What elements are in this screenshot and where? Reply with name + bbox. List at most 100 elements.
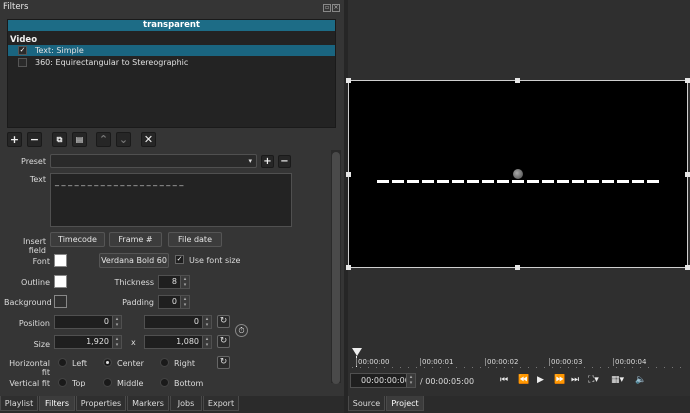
clip-name: transparent xyxy=(8,20,335,31)
size-width-spinbox[interactable]: 1,920 ▴ ▾ xyxy=(54,335,122,349)
outline-color-swatch[interactable] xyxy=(54,275,67,288)
timecode-button[interactable]: Timecode xyxy=(50,232,105,247)
reset-hfit-icon[interactable]: ↻ xyxy=(217,356,230,369)
file-date-button[interactable]: File date xyxy=(168,232,222,247)
fast-forward-icon[interactable]: ⏩ xyxy=(554,375,565,385)
vfit-top-radio[interactable] xyxy=(58,378,67,387)
tab-markers[interactable]: Markers xyxy=(127,396,169,411)
resize-handle[interactable] xyxy=(685,265,690,270)
dock-window-buttons: ▫ × xyxy=(322,2,342,12)
thickness-spinbox[interactable]: 8 ▴ ▾ xyxy=(158,275,190,289)
size-x-separator: x xyxy=(131,338,136,347)
skip-to-start-icon[interactable]: ⏮ xyxy=(500,375,508,385)
copy-filter-button[interactable]: ⧉ xyxy=(52,132,67,147)
spin-arrows-icon[interactable]: ▴ ▾ xyxy=(180,296,189,308)
position-x-value: 0 xyxy=(103,317,109,326)
reset-position-icon[interactable]: ↻ xyxy=(217,315,230,328)
text-input[interactable]: _ _ _ _ _ _ _ _ _ _ _ _ _ _ _ _ _ _ _ _ xyxy=(50,173,292,227)
delete-preset-button[interactable]: − xyxy=(278,155,291,168)
paste-filter-button[interactable]: ▤ xyxy=(72,132,87,147)
volume-icon[interactable]: 🔈 xyxy=(635,375,646,385)
resize-handle[interactable] xyxy=(685,172,690,177)
toggle-zoom-icon[interactable]: ⛶▾ xyxy=(588,375,599,385)
filter-enable-checkbox[interactable]: ✓ xyxy=(18,46,27,55)
vfit-bottom-radio[interactable] xyxy=(160,378,169,387)
tab-export[interactable]: Export xyxy=(203,396,239,411)
spin-arrows-icon[interactable]: ▴ ▾ xyxy=(202,316,211,328)
spin-arrows-icon[interactable]: ▴ ▾ xyxy=(202,336,211,348)
vfit-middle-radio[interactable] xyxy=(103,378,112,387)
filter-item-text-simple[interactable]: ✓ Text: Simple xyxy=(8,45,335,56)
save-preset-button[interactable]: + xyxy=(261,155,274,168)
video-section-header: Video xyxy=(10,35,38,45)
chevron-down-icon: ▾ xyxy=(248,157,252,165)
thickness-value: 8 xyxy=(171,277,177,286)
resize-handle[interactable] xyxy=(346,78,351,83)
spin-arrows-icon[interactable]: ▴ ▾ xyxy=(112,336,121,348)
right-tab-bar: Source Project xyxy=(348,396,690,413)
resize-handle[interactable] xyxy=(685,78,690,83)
spin-arrows-icon[interactable]: ▴ ▾ xyxy=(112,316,121,328)
position-handle-icon[interactable] xyxy=(513,169,523,179)
resize-handle[interactable] xyxy=(346,172,351,177)
tab-project[interactable]: Project xyxy=(386,396,424,411)
padding-spinbox[interactable]: 0 ▴ ▾ xyxy=(158,295,190,309)
tab-source[interactable]: Source xyxy=(348,396,385,411)
horizontal-fit-label: Horizontal fit xyxy=(9,359,50,377)
position-y-spinbox[interactable]: 0 ▴ ▾ xyxy=(144,315,212,329)
add-filter-button[interactable]: + xyxy=(7,132,22,147)
left-tab-bar: Playlist Filters Properties Markers Jobs… xyxy=(0,396,344,413)
tab-playlist[interactable]: Playlist xyxy=(0,396,38,411)
tab-filters[interactable]: Filters xyxy=(39,396,75,411)
background-color-swatch[interactable] xyxy=(54,295,67,308)
play-icon[interactable]: ▶ xyxy=(537,375,544,385)
grid-icon[interactable]: ▦▾ xyxy=(611,375,624,385)
timeline-ruler[interactable]: 00:00:00 00:00:01 00:00:02 00:00:03 00:0… xyxy=(352,348,688,368)
background-label: Background xyxy=(4,298,52,307)
resize-handle[interactable] xyxy=(515,265,520,270)
float-icon[interactable]: ▫ xyxy=(323,4,331,12)
tick-label: 00:00:01 xyxy=(420,358,454,366)
tab-properties[interactable]: Properties xyxy=(76,396,126,411)
duration-label: / 00:00:05:00 xyxy=(420,377,475,386)
spin-arrows-icon[interactable]: ▴ ▾ xyxy=(180,276,189,288)
tick-label: 00:00:00 xyxy=(356,358,390,366)
remove-filter-button[interactable]: − xyxy=(27,132,42,147)
skip-to-end-icon[interactable]: ⏭ xyxy=(571,375,579,385)
padding-label: Padding xyxy=(122,298,154,307)
tab-jobs[interactable]: Jobs xyxy=(170,396,202,411)
video-viewer[interactable] xyxy=(346,78,690,270)
text-overlay-underscores xyxy=(377,180,661,183)
hfit-center-radio[interactable] xyxy=(103,358,112,367)
filter-enable-checkbox[interactable] xyxy=(18,58,27,67)
font-button[interactable]: Verdana Bold 60 xyxy=(99,253,169,268)
hfit-right-radio[interactable] xyxy=(160,358,169,367)
size-height-spinbox[interactable]: 1,080 ▴ ▾ xyxy=(144,335,212,349)
deselect-filter-button[interactable]: ✕ xyxy=(141,132,156,147)
current-time-value: 00:00:00:00 xyxy=(361,376,410,385)
tick-label: 00:00:04 xyxy=(613,358,647,366)
filter-item-label: 360: Equirectangular to Stereographic xyxy=(35,58,189,67)
move-up-button[interactable]: ⌃ xyxy=(96,132,111,147)
position-x-spinbox[interactable]: 0 ▴ ▾ xyxy=(54,315,122,329)
move-down-button[interactable]: ⌄ xyxy=(116,132,131,147)
font-color-swatch[interactable] xyxy=(54,254,67,267)
frame-number-button[interactable]: Frame # xyxy=(109,232,162,247)
reset-size-icon[interactable]: ↻ xyxy=(217,335,230,348)
close-icon[interactable]: × xyxy=(332,4,340,12)
filter-item-360[interactable]: 360: Equirectangular to Stereographic xyxy=(8,57,335,68)
insert-field-label: Insert field xyxy=(23,237,46,255)
rewind-icon[interactable]: ⏪ xyxy=(518,375,529,385)
resize-handle[interactable] xyxy=(346,265,351,270)
keyframe-stopwatch-icon[interactable]: ⏱ xyxy=(235,324,248,337)
preset-combo[interactable]: ▾ xyxy=(50,154,257,168)
spin-arrows-icon[interactable]: ▴ ▾ xyxy=(406,374,415,387)
scrollbar-thumb[interactable] xyxy=(332,152,340,384)
padding-value: 0 xyxy=(171,297,177,306)
vfit-middle-label: Middle xyxy=(117,379,144,387)
use-font-size-checkbox[interactable]: ✓ xyxy=(175,255,184,264)
playhead-icon[interactable] xyxy=(352,348,362,356)
current-time-field[interactable]: 00:00:00:00 ▴ ▾ xyxy=(350,373,416,388)
hfit-left-radio[interactable] xyxy=(58,358,67,367)
resize-handle[interactable] xyxy=(515,78,520,83)
